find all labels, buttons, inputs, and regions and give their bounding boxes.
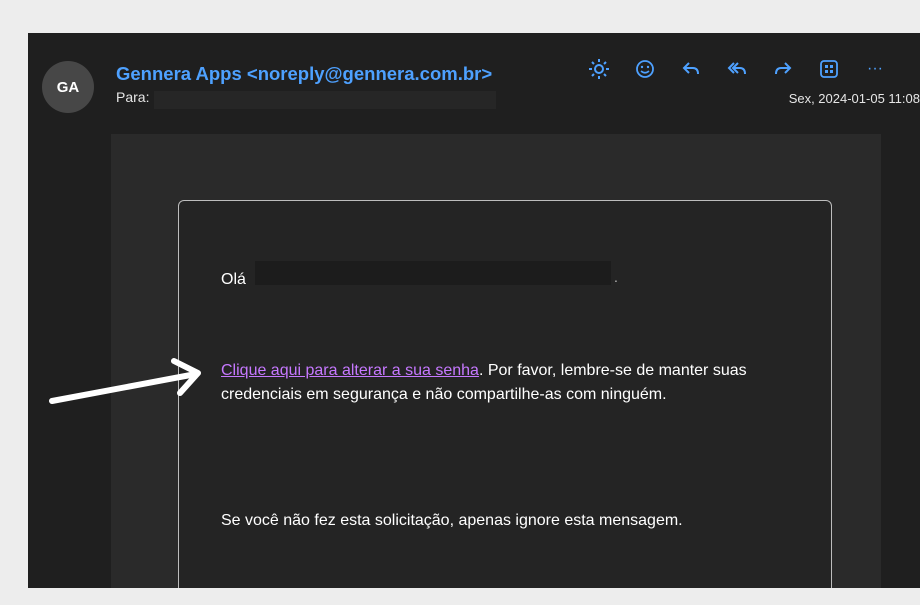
greeting: Olá [221,271,246,288]
name-redacted [255,261,611,285]
greeting-end: . [614,269,618,285]
reset-password-link[interactable]: Clique aqui para alterar a sua senha [221,362,479,379]
email-window: GA Gennera Apps <noreply@gennera.com.br>… [28,33,920,588]
ignore-paragraph: Se você não fez esta solicitação, apenas… [221,512,683,529]
message-body-pane: Olá . Clique aqui para alterar a sua sen… [111,134,881,588]
reset-paragraph: Clique aqui para alterar a sua senha. Po… [221,359,811,407]
emoji-icon[interactable] [622,55,668,83]
message-date: Sex, 2024-01-05 11:08 [788,91,920,106]
apps-icon[interactable] [806,55,852,83]
message-toolbar: ··· [576,55,898,83]
reply-all-icon[interactable] [714,55,760,83]
recipient-redacted [154,91,496,109]
reply-icon[interactable] [668,55,714,83]
more-icon[interactable]: ··· [852,55,898,83]
pointer-arrow-icon [49,358,201,404]
avatar: GA [42,61,94,113]
sun-icon[interactable] [576,55,622,83]
sender-name[interactable]: Gennera Apps <noreply@gennera.com.br> [116,63,492,85]
message-card: Olá . Clique aqui para alterar a sua sen… [178,200,832,588]
to-label: Para: [116,89,150,105]
forward-icon[interactable] [760,55,806,83]
